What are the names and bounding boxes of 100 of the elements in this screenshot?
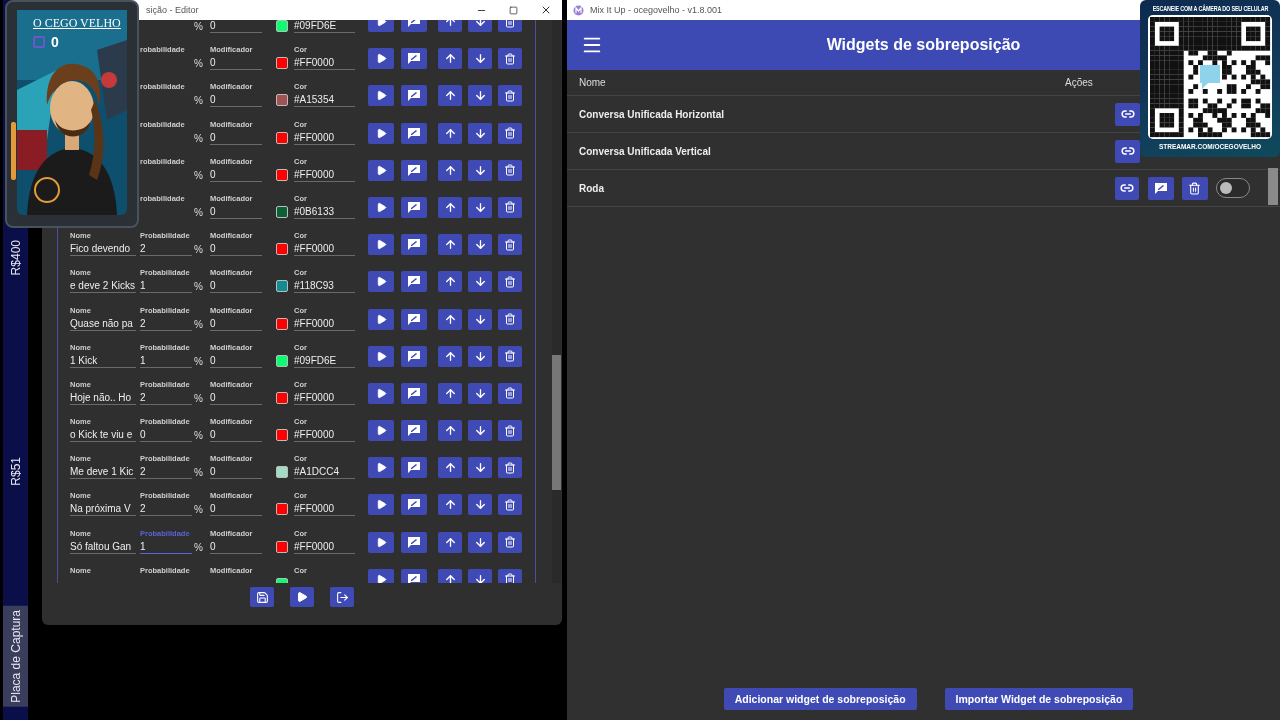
color-field[interactable]: #A1DCC4 bbox=[294, 465, 355, 480]
delete-button[interactable] bbox=[498, 122, 522, 144]
modifier-field[interactable]: 0 bbox=[210, 167, 262, 182]
toggle-switch[interactable] bbox=[1215, 178, 1250, 198]
name-field[interactable]: o Kick te viu e bbox=[70, 428, 136, 443]
modifier-field[interactable]: 0 bbox=[210, 316, 262, 331]
color-field[interactable]: #0B6133 bbox=[294, 204, 355, 219]
color-field[interactable]: #FF0000 bbox=[294, 56, 355, 71]
move-up-button[interactable] bbox=[438, 85, 462, 107]
move-down-button[interactable] bbox=[468, 122, 492, 144]
play-button[interactable] bbox=[368, 457, 394, 479]
color-swatch[interactable] bbox=[276, 354, 288, 367]
move-down-button[interactable] bbox=[468, 494, 492, 516]
edit-button[interactable] bbox=[401, 48, 427, 70]
play-button[interactable] bbox=[368, 531, 394, 553]
color-swatch[interactable] bbox=[276, 391, 288, 404]
move-down-button[interactable] bbox=[468, 271, 492, 293]
move-up-button[interactable] bbox=[438, 382, 462, 404]
delete-button[interactable] bbox=[498, 159, 522, 181]
move-down-button[interactable] bbox=[468, 457, 492, 479]
play-button[interactable] bbox=[290, 587, 314, 607]
export-button[interactable] bbox=[330, 587, 354, 607]
save-button[interactable] bbox=[250, 587, 274, 607]
probability-field[interactable]: 2 bbox=[140, 390, 192, 405]
probability-field[interactable]: 0 bbox=[140, 428, 192, 443]
probability-field[interactable]: 1 bbox=[140, 539, 192, 554]
probability-field[interactable]: 2 bbox=[140, 316, 192, 331]
color-swatch[interactable] bbox=[276, 57, 288, 70]
move-down-button[interactable] bbox=[468, 382, 492, 404]
color-field[interactable]: #09FD6E bbox=[294, 20, 355, 33]
delete-button[interactable] bbox=[1182, 176, 1208, 200]
edit-button[interactable] bbox=[401, 122, 427, 144]
move-up-button[interactable] bbox=[438, 308, 462, 330]
link-button[interactable] bbox=[1115, 176, 1139, 200]
play-button[interactable] bbox=[368, 159, 394, 181]
modifier-field[interactable]: 0 bbox=[210, 130, 262, 145]
play-button[interactable] bbox=[368, 568, 394, 583]
delete-button[interactable] bbox=[498, 345, 522, 367]
move-down-button[interactable] bbox=[468, 85, 492, 107]
play-button[interactable] bbox=[368, 122, 394, 144]
name-field[interactable]: Fico devendo bbox=[70, 242, 136, 257]
name-field[interactable]: 1 Kick bbox=[70, 353, 136, 368]
move-down-button[interactable] bbox=[468, 159, 492, 181]
move-up-button[interactable] bbox=[438, 48, 462, 70]
modifier-field[interactable]: 0 bbox=[210, 204, 262, 219]
probability-field[interactable]: 1 bbox=[140, 353, 192, 368]
move-up-button[interactable] bbox=[438, 196, 462, 218]
modifier-field[interactable]: 0 bbox=[210, 242, 262, 257]
color-field[interactable]: #FF0000 bbox=[294, 316, 355, 331]
move-up-button[interactable] bbox=[438, 494, 462, 516]
import-widget-button[interactable]: Importar Widget de sobreposição bbox=[944, 688, 1134, 710]
name-field[interactable]: Me deve 1 Kic bbox=[70, 465, 136, 480]
move-up-button[interactable] bbox=[438, 457, 462, 479]
strip-label[interactable]: Placa de Captura bbox=[3, 606, 28, 707]
play-button[interactable] bbox=[368, 494, 394, 516]
modifier-field[interactable]: 0 bbox=[210, 93, 262, 108]
edit-button[interactable] bbox=[401, 494, 427, 516]
color-swatch[interactable] bbox=[276, 540, 288, 553]
move-down-button[interactable] bbox=[468, 196, 492, 218]
color-swatch[interactable] bbox=[276, 205, 288, 218]
scrollbar[interactable] bbox=[552, 20, 561, 583]
edit-button[interactable] bbox=[401, 345, 427, 367]
name-field[interactable]: Só faltou Gan bbox=[70, 539, 136, 554]
modifier-field[interactable]: 0 bbox=[210, 353, 262, 368]
edit-button[interactable] bbox=[401, 85, 427, 107]
color-field[interactable]: #118C93 bbox=[294, 279, 355, 294]
color-field[interactable]: #FF0000 bbox=[294, 130, 355, 145]
move-up-button[interactable] bbox=[438, 234, 462, 256]
modifier-field[interactable]: 0 bbox=[210, 56, 262, 71]
link-button[interactable] bbox=[1115, 102, 1140, 126]
modifier-field[interactable]: 0 bbox=[210, 390, 262, 405]
edit-button[interactable] bbox=[401, 420, 427, 442]
scroll-thumb[interactable] bbox=[552, 355, 561, 490]
scroll-thumb[interactable] bbox=[1268, 168, 1278, 205]
modifier-field[interactable]: 0 bbox=[210, 539, 262, 554]
color-swatch[interactable] bbox=[276, 503, 288, 516]
modifier-field[interactable]: 0 bbox=[210, 20, 262, 33]
delete-button[interactable] bbox=[498, 271, 522, 293]
move-up-button[interactable] bbox=[438, 271, 462, 293]
move-down-button[interactable] bbox=[468, 234, 492, 256]
probability-field[interactable]: 2 bbox=[140, 242, 192, 257]
play-button[interactable] bbox=[368, 308, 394, 330]
move-up-button[interactable] bbox=[438, 159, 462, 181]
move-down-button[interactable] bbox=[468, 48, 492, 70]
color-field[interactable]: #A15354 bbox=[294, 93, 355, 108]
modifier-field[interactable]: 0 bbox=[210, 279, 262, 294]
color-swatch[interactable] bbox=[276, 466, 288, 479]
modifier-field[interactable]: 0 bbox=[210, 465, 262, 480]
color-swatch[interactable] bbox=[276, 94, 288, 107]
play-button[interactable] bbox=[368, 196, 394, 218]
edit-button[interactable] bbox=[401, 271, 427, 293]
move-down-button[interactable] bbox=[468, 308, 492, 330]
color-field[interactable]: #09FD6E bbox=[294, 353, 355, 368]
modifier-field[interactable]: 0 bbox=[210, 502, 262, 517]
delete-button[interactable] bbox=[498, 196, 522, 218]
play-button[interactable] bbox=[368, 234, 394, 256]
color-swatch[interactable] bbox=[276, 243, 288, 256]
edit-button[interactable] bbox=[401, 159, 427, 181]
move-up-button[interactable] bbox=[438, 531, 462, 553]
delete-button[interactable] bbox=[498, 457, 522, 479]
